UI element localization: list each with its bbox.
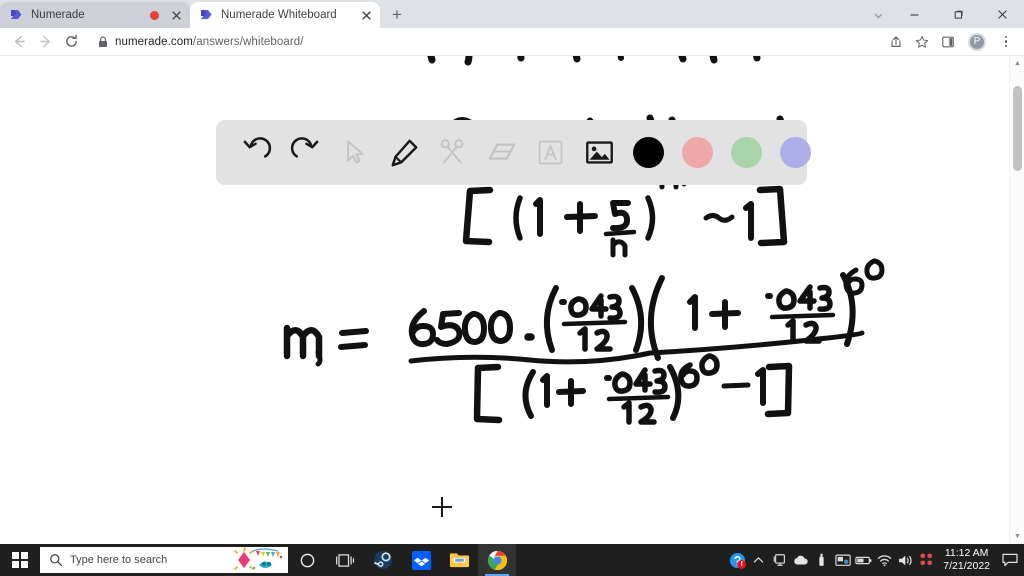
screen: Numerade Numerade Whiteboard + numerade.… (0, 0, 1024, 576)
window-minimize-button[interactable] (892, 0, 936, 28)
search-placeholder: Type here to search (70, 554, 168, 566)
address-bar[interactable]: numerade.com/answers/whiteboard/ (90, 31, 878, 52)
color-swatch-green-wrap (722, 128, 771, 177)
redo-icon[interactable] (281, 128, 330, 177)
scroll-down-arrow-icon[interactable]: ▼ (1010, 529, 1024, 544)
back-arrow-icon[interactable] (6, 29, 32, 55)
text-a-icon[interactable] (526, 128, 575, 177)
windows-logo-icon (12, 552, 28, 568)
tray-monitor-icon[interactable] (769, 544, 790, 576)
browser-tab-numerade-whiteboard[interactable]: Numerade Whiteboard (190, 2, 380, 28)
forward-arrow-icon[interactable] (32, 29, 58, 55)
window-maximize-button[interactable] (936, 0, 980, 28)
color-swatch-purple[interactable] (780, 137, 811, 168)
new-tab-button[interactable]: + (384, 1, 410, 27)
taskbar-steam-icon[interactable] (364, 544, 402, 576)
numerade-logo-icon (200, 8, 214, 22)
tray-chevron-up-icon[interactable] (748, 544, 769, 576)
omnibox-actions: P (882, 30, 1018, 54)
taskbar-cortana-circle-icon[interactable] (288, 544, 326, 576)
taskbar-dropbox-icon[interactable] (402, 544, 440, 576)
whiteboard-page: | | www.numerade.com is sharing your scr… (0, 56, 1024, 544)
browser-tab-numerade[interactable]: Numerade (0, 2, 190, 28)
taskbar-folder-icon[interactable] (440, 544, 478, 576)
tray-wifi-icon[interactable] (874, 544, 895, 576)
tray-usb-icon[interactable] (811, 544, 832, 576)
scrollbar-thumb[interactable] (1013, 86, 1022, 171)
side-panel-icon[interactable] (936, 30, 960, 54)
page-scrollbar[interactable]: ▲ ▼ (1009, 56, 1024, 544)
taskbar-task-view-icon[interactable] (326, 544, 364, 576)
color-swatch-green[interactable] (731, 137, 762, 168)
color-swatch-purple-wrap (771, 128, 820, 177)
url-path: /answers/whiteboard/ (192, 35, 304, 48)
tab-title: Numerade (31, 9, 85, 21)
scroll-up-arrow-icon[interactable]: ▲ (1010, 56, 1024, 71)
bookmark-star-icon[interactable] (910, 30, 934, 54)
crosshair-cursor (432, 497, 452, 517)
pen-icon[interactable] (379, 128, 428, 177)
tray-graphics-card-icon[interactable] (832, 544, 853, 576)
tray-help-question-icon[interactable]: ! (727, 544, 748, 576)
search-icon (49, 553, 63, 567)
color-swatch-black[interactable] (633, 137, 664, 168)
tray-meet-now-icon[interactable] (916, 544, 937, 576)
color-swatch-red-wrap (673, 128, 722, 177)
numerade-logo-icon (10, 8, 24, 22)
tab-recording-indicator-icon[interactable] (150, 10, 159, 20)
eraser-icon[interactable] (477, 128, 526, 177)
scissors-icon[interactable] (428, 128, 477, 177)
tray-battery-icon[interactable] (853, 544, 874, 576)
tray-cloud-icon[interactable] (790, 544, 811, 576)
browser-tab-strip: Numerade Numerade Whiteboard + (0, 0, 1024, 28)
url-text: numerade.com/answers/whiteboard/ (115, 36, 304, 48)
start-button[interactable] (0, 544, 40, 576)
window-close-button[interactable] (980, 0, 1024, 28)
lock-icon (98, 36, 108, 48)
tray-speaker-icon[interactable] (895, 544, 916, 576)
color-swatch-red[interactable] (682, 137, 713, 168)
taskbar-chrome-icon[interactable] (478, 544, 516, 576)
tab-title: Numerade Whiteboard (221, 9, 337, 21)
tab-search-chevron-down-icon[interactable] (864, 2, 892, 28)
profile-avatar[interactable]: P (968, 32, 986, 51)
three-dot-menu-icon[interactable] (994, 30, 1018, 54)
whiteboard-canvas[interactable]: | | www.numerade.com is sharing your scr… (0, 56, 1024, 544)
share-icon[interactable] (884, 30, 908, 54)
browser-toolbar: numerade.com/answers/whiteboard/ P (0, 28, 1024, 56)
confetti-party-icon (234, 547, 286, 573)
tab-close-icon[interactable] (358, 7, 374, 23)
taskbar-search-box[interactable]: Type here to search (40, 547, 288, 573)
whiteboard-toolbar (216, 120, 811, 185)
windows-taskbar: Type here to search ! 11:12 AM 7/21/2022 (0, 544, 1024, 576)
taskbar-clock[interactable]: 11:12 AM 7/21/2022 (937, 547, 998, 573)
reload-icon[interactable] (58, 29, 84, 55)
clock-time: 11:12 AM (944, 547, 989, 559)
action-center-notification-icon[interactable] (998, 544, 1022, 576)
tab-close-icon[interactable] (168, 7, 184, 23)
cursor-arrow-icon[interactable] (330, 128, 379, 177)
image-icon[interactable] (575, 128, 624, 177)
url-domain: numerade.com (115, 35, 193, 48)
clock-date: 7/21/2022 (943, 560, 990, 572)
color-swatch-black-wrap (624, 128, 673, 177)
system-tray: ! 11:12 AM 7/21/2022 (727, 544, 1024, 576)
undo-icon[interactable] (232, 128, 281, 177)
